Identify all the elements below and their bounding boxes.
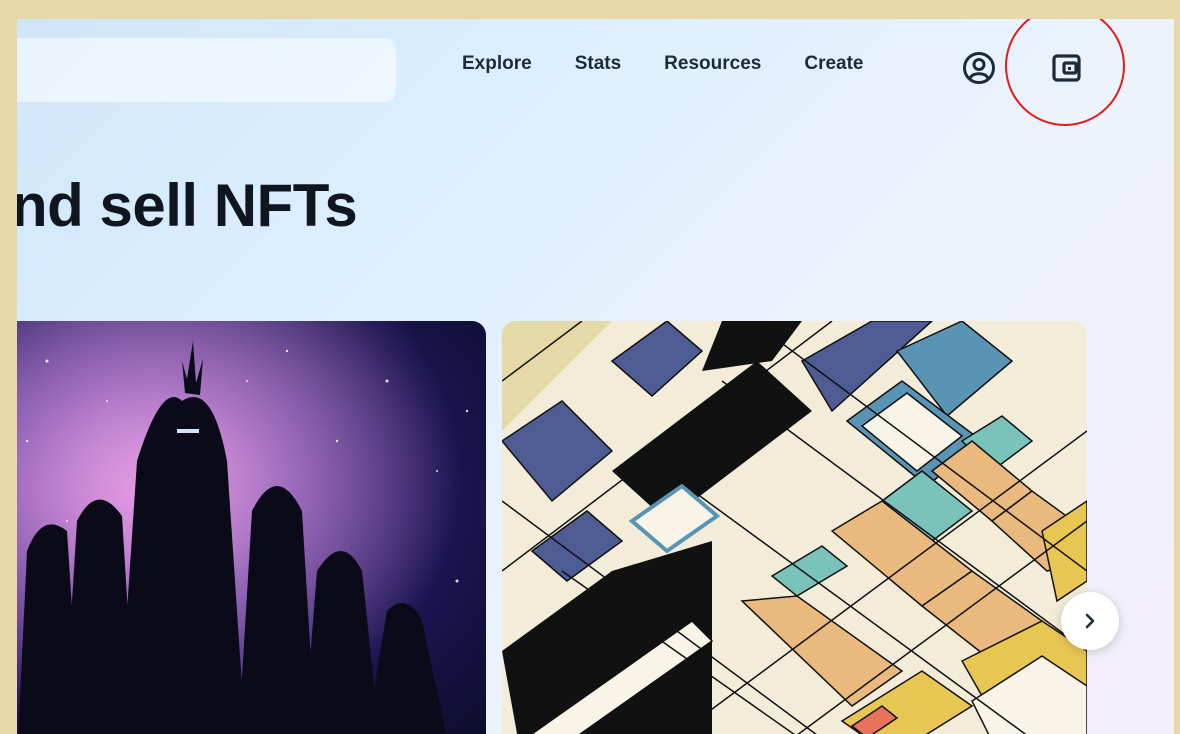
cosmic-figures-image xyxy=(17,321,486,734)
nft-card-cosmic[interactable] xyxy=(17,321,486,734)
top-nav: Explore Stats Resources Create xyxy=(462,53,907,75)
search-input[interactable] xyxy=(17,38,396,102)
wallet-icon xyxy=(1052,54,1081,82)
carousel-next-button[interactable] xyxy=(1061,592,1119,650)
nav-explore[interactable]: Explore xyxy=(462,53,532,75)
account-button[interactable] xyxy=(961,50,997,86)
account-icon xyxy=(963,52,995,84)
isometric-blocks-image xyxy=(502,321,1087,734)
nav-resources[interactable]: Resources xyxy=(664,53,761,75)
chevron-right-icon xyxy=(1085,613,1095,629)
hero-title: nd sell NFTs xyxy=(17,172,358,239)
nav-create[interactable]: Create xyxy=(804,53,863,75)
nft-card-isometric[interactable] xyxy=(502,321,1087,734)
app-viewport: Explore Stats Resources Create nd sell N… xyxy=(17,19,1174,734)
wallet-button[interactable] xyxy=(1049,50,1085,86)
nav-stats[interactable]: Stats xyxy=(575,53,621,75)
